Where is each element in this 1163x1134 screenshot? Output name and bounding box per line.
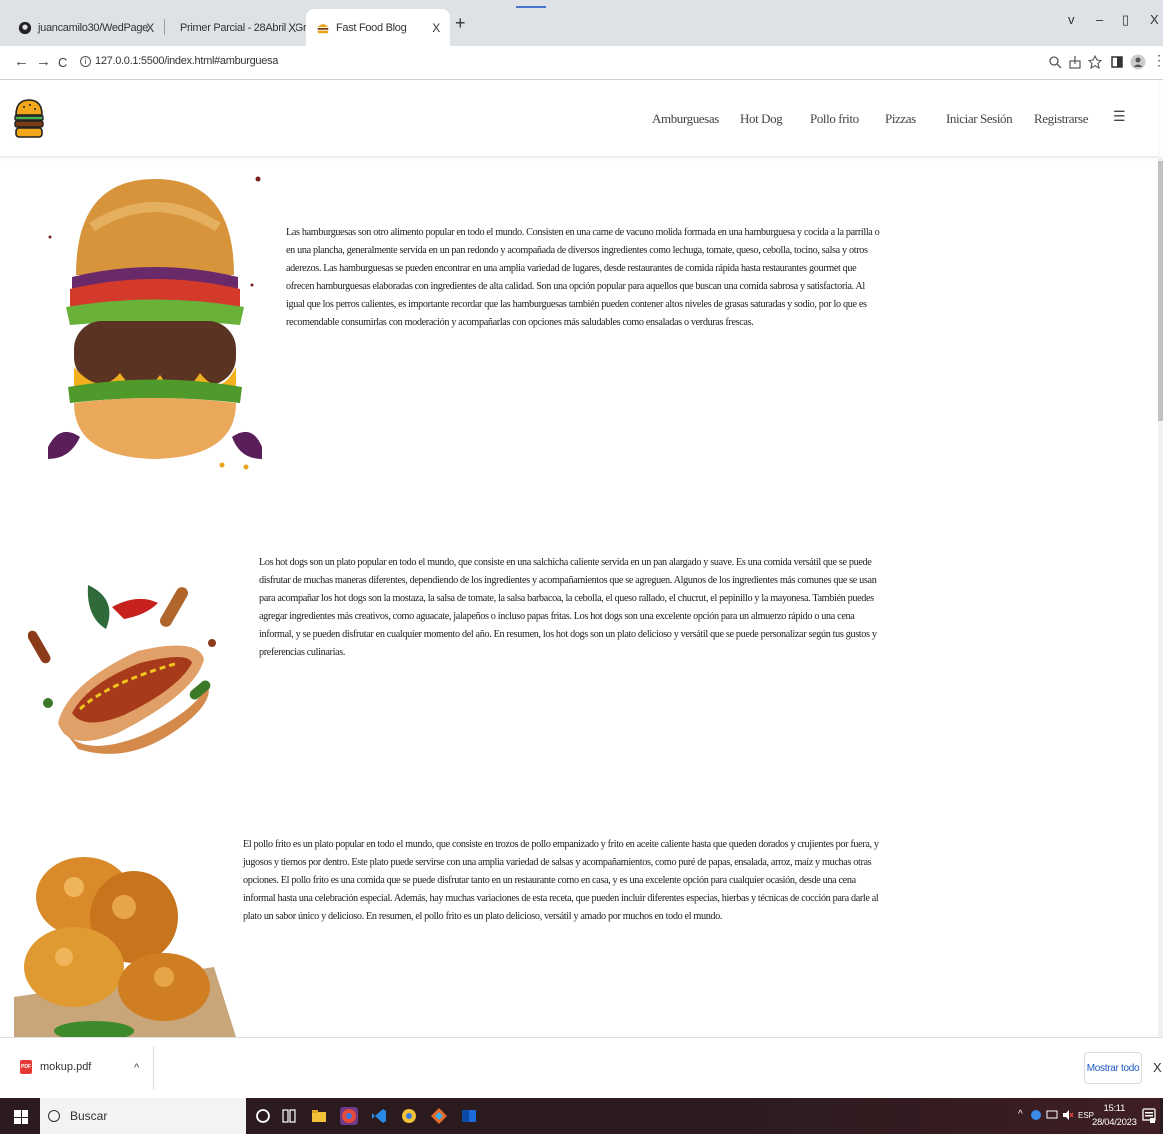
tab-label: Fast Food Blog <box>336 21 407 34</box>
windows-start-icon[interactable] <box>14 1110 28 1124</box>
cortana-icon[interactable] <box>254 1107 272 1125</box>
forward-button[interactable]: → <box>36 53 51 70</box>
url-field[interactable]: i 127.0.0.1:5500/index.html#amburguesa <box>80 55 278 67</box>
taskbar-search-box[interactable]: Buscar <box>40 1098 246 1134</box>
hamburger-image <box>48 176 262 470</box>
file-explorer-icon[interactable] <box>310 1107 328 1125</box>
pdf-file-icon: PDF <box>20 1060 32 1074</box>
tab-label: juancamilo30/WedPage <box>38 21 148 34</box>
network-icon[interactable] <box>1046 1109 1058 1121</box>
tab-primer-parcial[interactable]: Primer Parcial - 28Abril - Grupo X <box>164 9 306 46</box>
windows-taskbar: Buscar ^ ESP 15:11 28/04/2023 <box>0 1098 1163 1134</box>
url-text: 127.0.0.1:5500/index.html#amburguesa <box>95 55 279 67</box>
tab-close-icon[interactable]: X <box>286 20 296 35</box>
git-app-icon[interactable] <box>430 1107 448 1125</box>
search-icon <box>48 1110 60 1122</box>
hamburger-menu-icon[interactable]: ☰ <box>1113 109 1126 126</box>
page-viewport: Amburguesas Hot Dog Pollo frito Pizzas I… <box>0 81 1163 1037</box>
zoom-icon[interactable] <box>1048 55 1062 69</box>
taskbar-clock[interactable]: 15:11 28/04/2023 <box>1092 1102 1137 1130</box>
clock-date: 28/04/2023 <box>1092 1117 1137 1128</box>
github-icon <box>18 21 32 34</box>
download-filename: mokup.pdf <box>40 1061 92 1073</box>
close-download-bar-button[interactable]: X <box>1153 1060 1162 1075</box>
hot-dog-image <box>28 585 216 754</box>
browser-menu-icon[interactable]: ⋮ <box>1152 52 1163 69</box>
burger-logo-icon[interactable] <box>14 97 44 143</box>
tab-close-icon[interactable]: X <box>432 21 440 35</box>
onedrive-icon[interactable] <box>1030 1109 1042 1121</box>
tab-close-icon[interactable]: X <box>146 21 154 35</box>
tab-search-chevron-icon[interactable]: v <box>1068 12 1075 27</box>
address-bar-row: ← → C i 127.0.0.1:5500/index.html#amburgu… <box>0 46 1163 80</box>
minimize-button[interactable]: – <box>1096 12 1103 27</box>
nav-link-amburguesas[interactable]: Amburguesas <box>652 111 719 127</box>
site-header: Amburguesas Hot Dog Pollo frito Pizzas I… <box>0 81 1158 157</box>
chrome-icon[interactable] <box>340 1107 358 1125</box>
show-all-downloads-button[interactable]: Mostrar todo <box>1084 1052 1142 1084</box>
browser-tab-bar: juancamilo30/WedPage X Primer Parcial - … <box>0 0 1163 46</box>
share-icon[interactable] <box>1068 55 1082 69</box>
nav-link-registrarse[interactable]: Registrarse <box>1034 111 1088 127</box>
close-window-button[interactable]: X <box>1150 12 1159 27</box>
download-item[interactable]: PDF mokup.pdf <box>20 1060 91 1074</box>
fried-chicken-image <box>14 857 236 1037</box>
tray-overflow-chevron-icon[interactable]: ^ <box>1018 1109 1023 1120</box>
burger-favicon <box>317 23 329 33</box>
new-tab-button[interactable]: + <box>455 13 466 34</box>
nav-link-pizzas[interactable]: Pizzas <box>885 111 916 127</box>
outlook-icon[interactable] <box>460 1107 478 1125</box>
profile-avatar-icon[interactable] <box>1130 54 1146 70</box>
chrome-profile-icon[interactable] <box>400 1107 418 1125</box>
pollo-frito-paragraph: El pollo frito es un plato popular en to… <box>243 839 879 922</box>
task-view-icon[interactable] <box>280 1107 298 1125</box>
volume-muted-icon[interactable] <box>1062 1109 1074 1121</box>
hot-dogs-paragraph: Los hot dogs son un plato popular en tod… <box>259 557 877 658</box>
tab-fast-food-blog[interactable]: Fast Food Blog X <box>306 9 450 46</box>
download-separator <box>153 1046 154 1090</box>
tab-github[interactable]: juancamilo30/WedPage X <box>8 9 165 46</box>
nav-link-hot-dog[interactable]: Hot Dog <box>740 111 783 127</box>
bookmark-star-icon[interactable] <box>1088 55 1102 69</box>
search-placeholder: Buscar <box>70 1109 108 1123</box>
nav-link-pollo-frito[interactable]: Pollo frito <box>810 111 859 127</box>
vscode-icon[interactable] <box>370 1107 388 1125</box>
maximize-button[interactable]: ▯ <box>1122 12 1129 28</box>
download-bar: PDF mokup.pdf ^ Mostrar todo X <box>0 1037 1163 1098</box>
info-icon[interactable]: i <box>80 56 91 67</box>
notifications-icon[interactable] <box>1142 1108 1156 1124</box>
page-scrollbar[interactable] <box>1158 157 1163 1037</box>
tab-accent-line <box>516 6 546 8</box>
clock-time: 15:11 <box>1103 1103 1126 1114</box>
download-options-chevron-icon[interactable]: ^ <box>134 1062 139 1074</box>
hamburguesas-paragraph: Las hamburguesas son otro alimento popul… <box>286 227 880 328</box>
back-button[interactable]: ← <box>14 53 29 70</box>
reload-button[interactable]: C <box>58 55 67 70</box>
side-panel-icon[interactable] <box>1110 55 1124 69</box>
scrollbar-thumb[interactable] <box>1158 161 1163 421</box>
nav-link-iniciar-sesion[interactable]: Iniciar Sesión <box>946 111 1013 127</box>
